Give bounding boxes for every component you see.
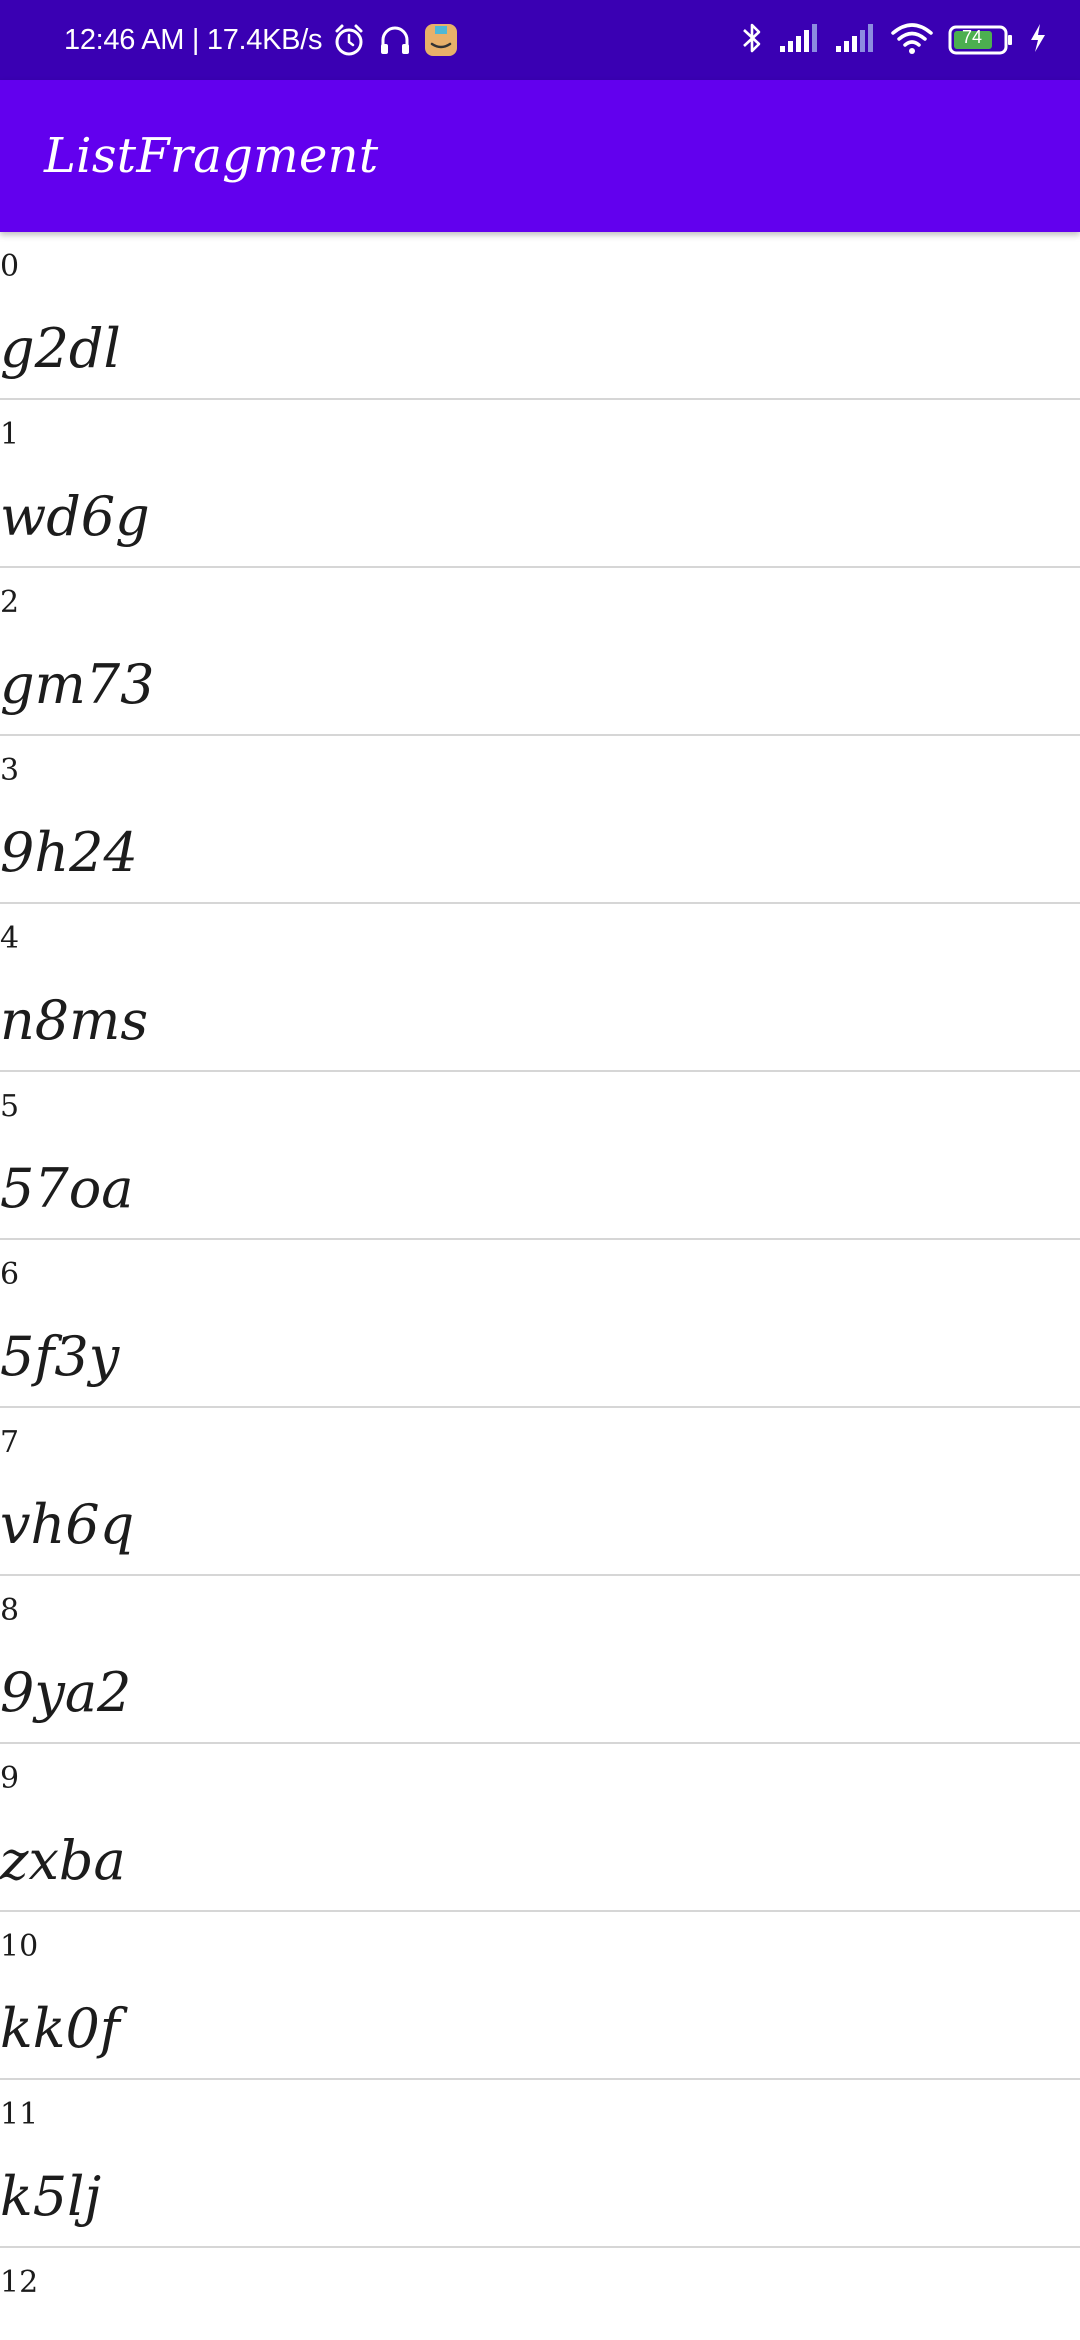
bluetooth-icon (740, 20, 764, 60)
list-item[interactable]: 0 g2dl (0, 232, 1080, 400)
list-item[interactable]: 3 9h24 (0, 736, 1080, 904)
list-item-index: 7 (0, 1425, 20, 1460)
page-title: ListFragment (44, 128, 379, 184)
list-item-index: 12 (0, 2265, 39, 2300)
list-item-code: n8ms (0, 989, 149, 1052)
alarm-icon (330, 20, 368, 60)
list-item-code: g2dl (0, 317, 121, 380)
list-item[interactable]: 9 zxba (0, 1744, 1080, 1912)
list-item-code: wd6g (0, 485, 150, 548)
list-item-code: gm73 (0, 653, 155, 716)
item-list[interactable]: 0 g2dl 1 wd6g 2 gm73 3 9h24 4 n8ms 5 57oa 6 5f3y 7 vh6q… (0, 232, 1080, 2340)
list-item[interactable]: 10 kk0f (0, 1912, 1080, 2080)
list-item-code: 9ya2 (0, 1661, 132, 1724)
list-item[interactable]: 6 5f3y (0, 1240, 1080, 1408)
list-item-code: 5f3y (0, 1325, 120, 1388)
app-bar: ListFragment (0, 80, 1080, 232)
list-item[interactable]: 4 n8ms (0, 904, 1080, 1072)
battery-icon: 74 (948, 24, 1014, 56)
list-item[interactable]: 1 wd6g (0, 400, 1080, 568)
list-item-index: 10 (0, 1929, 39, 1964)
list-item[interactable]: 11 k5lj (0, 2080, 1080, 2248)
list-item-index: 4 (0, 921, 20, 956)
status-bar: 12:46 AM | 17.4KB/s 74 (0, 0, 1080, 80)
list-item-index: 11 (0, 2097, 39, 2132)
list-item-code: zxba (0, 1829, 126, 1892)
signal-strength-icon (778, 22, 820, 58)
package-app-icon (422, 20, 460, 60)
list-item-code: k5lj (0, 2165, 102, 2228)
list-item-index: 3 (0, 753, 20, 788)
list-item-code: 57oa (0, 1157, 134, 1220)
list-item-code: vh6q (0, 1493, 135, 1556)
list-item[interactable]: 12 (0, 2248, 1080, 2340)
status-time: 12:46 AM | 17.4KB/s (64, 23, 323, 56)
status-bar-right: 74 (740, 0, 1048, 80)
list-item-code: 9h24 (0, 821, 138, 884)
list-item[interactable]: 5 57oa (0, 1072, 1080, 1240)
headphones-icon (376, 20, 414, 60)
list-item-index: 1 (0, 417, 20, 452)
wifi-icon (890, 21, 934, 59)
list-item-index: 5 (0, 1089, 20, 1124)
list-item-index: 0 (0, 249, 20, 284)
list-item-index: 9 (0, 1761, 20, 1796)
list-item-code: kk0f (0, 1997, 120, 2060)
list-item-index: 8 (0, 1593, 20, 1628)
status-bar-left: 12:46 AM | 17.4KB/s (64, 0, 460, 80)
list-item-index: 6 (0, 1257, 20, 1292)
list-item[interactable]: 7 vh6q (0, 1408, 1080, 1576)
list-item[interactable]: 8 9ya2 (0, 1576, 1080, 1744)
signal-strength-icon (834, 22, 876, 58)
battery-level: 74 (962, 27, 983, 47)
charging-bolt-icon (1028, 22, 1048, 58)
list-item-index: 2 (0, 585, 20, 620)
list-item[interactable]: 2 gm73 (0, 568, 1080, 736)
